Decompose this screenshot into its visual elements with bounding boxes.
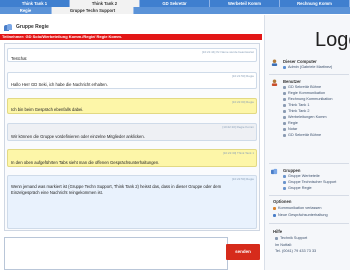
tab-regie[interactable]: Regie: [0, 7, 52, 14]
participants-bar: Teilnehmer: GD Solo/Werbeteilung Komm./R…: [0, 34, 262, 40]
sidebar-user-item[interactable]: Regie Kommunikation: [283, 91, 325, 95]
sub-tab-bar: Regie Gruppe Techn Support: [0, 7, 350, 14]
help-line: Tel. (0041) 79 433 73 33: [275, 249, 317, 253]
user-icon: [283, 85, 286, 89]
help-line: Technik Support: [275, 236, 307, 240]
help-line: Im Notfall:: [275, 243, 293, 247]
divider: [269, 74, 349, 75]
chat-message: [10:22:00] Regie Ich bin beim Gespräch e…: [7, 98, 257, 114]
computer-user-line: Admin (Gabriele Martinez): [283, 65, 332, 69]
user-icon: [283, 109, 286, 113]
sidebar-group-item[interactable]: Gruppe Regie: [283, 186, 312, 190]
tab-gd-sekretaer[interactable]: GD Sekretär: [140, 0, 210, 7]
groups-section-title: Gruppen: [283, 168, 301, 173]
sidebar-user-item[interactable]: Rechnung Kommunikation: [283, 97, 333, 101]
message-meta: [10:22:30] Think Tank 1: [222, 151, 254, 155]
new-conversation-link[interactable]: Neue Gesprächsunterhaltung: [273, 213, 328, 217]
sidebar-group-item[interactable]: Gruppe Werbeteile: [283, 174, 320, 178]
user-icon: [283, 97, 286, 101]
computer-section-title: Dieser Computer: [283, 59, 317, 64]
user-icon: [283, 115, 286, 119]
tab-rechnung[interactable]: Rechnung Komm: [280, 0, 350, 7]
group-icon: [283, 174, 286, 178]
chat-message: [10:21:44] Ihr Name wurde beantwortet Te…: [7, 48, 257, 62]
sidebar-user-item[interactable]: Notar: [283, 127, 297, 131]
sidebar-user-item[interactable]: GD Sekretär Bühne: [283, 85, 321, 89]
options-section-title: Optionen: [273, 199, 292, 204]
user-icon: [283, 65, 286, 69]
sidebar-user-item[interactable]: Regie: [283, 121, 298, 125]
new-chat-icon: [273, 213, 276, 217]
chat-message: [10:22:30] Think Tank 1 In den oben aufg…: [7, 149, 257, 167]
groups-icon: [271, 168, 278, 175]
divider: [269, 195, 349, 196]
users-icon: [271, 79, 278, 86]
sidebar-group-item[interactable]: Gruppe Technischer Support: [283, 180, 336, 184]
top-tab-bar: Think Tank 1 Think Tank 2 GD Sekretär We…: [0, 0, 350, 7]
message-meta: [10:22:50] Regie: [231, 177, 254, 181]
chat-log[interactable]: [10:21:44] Ihr Name wurde beantwortet Te…: [4, 43, 260, 231]
user-icon: [283, 133, 286, 137]
send-button[interactable]: senden: [226, 244, 260, 260]
divider: [269, 163, 349, 164]
leave-communication-link[interactable]: Kommunikation verlassen: [273, 206, 321, 210]
group-icon: [4, 23, 13, 31]
message-meta: [10:21:50] Regie: [231, 74, 254, 78]
message-text: Wenn jemand was markiert ist (Gruppe Tec…: [11, 184, 222, 195]
message-text: Ich bin beim Gespräch ebenfalls dabei.: [11, 107, 84, 112]
message-text: Testchat: [11, 56, 27, 61]
leave-icon: [273, 206, 276, 210]
chat-message: [10:22:10] Regie Komm Wir können die Gru…: [7, 123, 257, 141]
sidebar: Logo Dieser Computer Admin (Gabriele Mar…: [264, 15, 350, 270]
message-text: Wir können die Gruppe vordefinieren oder…: [11, 134, 145, 139]
logo: Logo: [315, 29, 350, 51]
sidebar-user-item[interactable]: GD Sekretär Bühne: [283, 133, 321, 137]
message-meta: [10:21:44] Ihr Name wurde beantwortet: [201, 50, 254, 54]
sidebar-user-item[interactable]: Think Tank 1: [283, 103, 309, 107]
divider: [269, 223, 349, 224]
group-icon: [283, 180, 286, 184]
tab-think-tank-1[interactable]: Think Tank 1: [0, 0, 70, 7]
sidebar-user-item[interactable]: Werbeleitungen Komm: [283, 115, 327, 119]
message-meta: [10:22:00] Regie: [231, 100, 254, 104]
user-icon: [283, 91, 286, 95]
chat-message: [10:22:50] Regie Wenn jemand was markier…: [7, 175, 257, 229]
message-meta: [10:22:10] Regie Komm: [222, 125, 254, 129]
group-header: Gruppe Regie: [4, 22, 49, 32]
group-icon: [283, 186, 286, 190]
user-icon: [283, 121, 286, 125]
tab-gruppe-techn-support[interactable]: Gruppe Techn Support: [52, 7, 134, 14]
message-text: Hallo Herr GD Seki, ich habe die Nachric…: [11, 82, 108, 87]
support-icon: [275, 236, 278, 240]
tab-werbeteil[interactable]: Werbeteil Komm: [210, 0, 280, 7]
help-section-title: Hilfe: [273, 229, 283, 234]
user-icon: [283, 103, 286, 107]
user-icon: [283, 127, 286, 131]
users-section-title: Benutzer: [283, 79, 301, 84]
sidebar-user-item[interactable]: Think Tank 2: [283, 109, 309, 113]
user-icon: [271, 59, 278, 66]
message-input[interactable]: [4, 237, 228, 270]
tab-think-tank-2[interactable]: Think Tank 2: [70, 0, 140, 7]
group-title: Gruppe Regie: [16, 24, 49, 30]
chat-message: [10:21:50] Regie Hallo Herr GD Seki, ich…: [7, 72, 257, 89]
message-text: In den oben aufgeführten Tabs sieht man …: [11, 160, 160, 165]
